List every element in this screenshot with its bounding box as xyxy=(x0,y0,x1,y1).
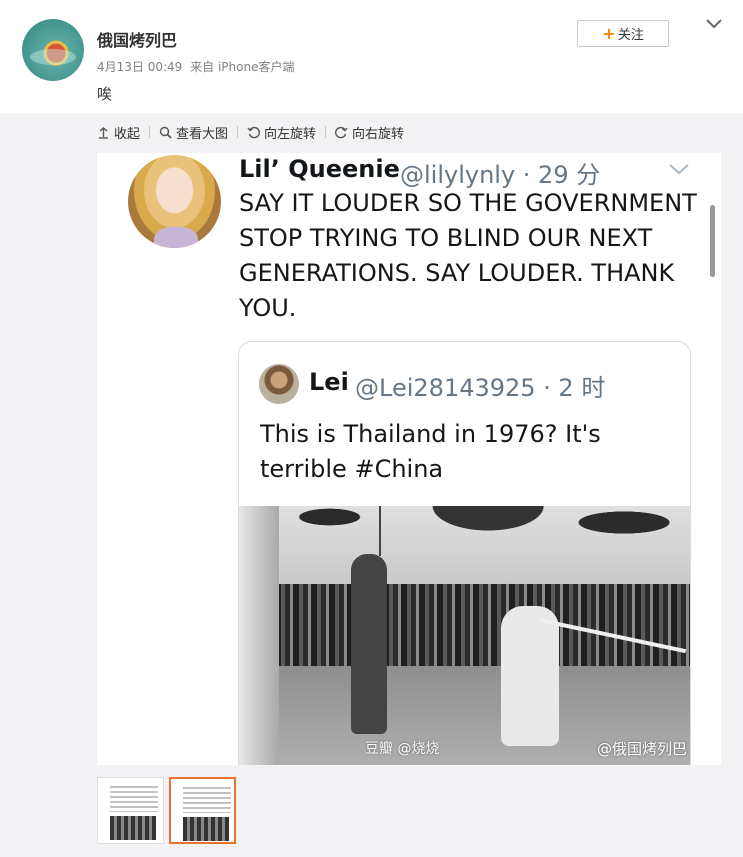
image-toolbar: 收起 查看大图 向左旋转 向右旋转 xyxy=(97,121,404,143)
thumbnail-photo xyxy=(183,817,229,841)
tweet-text: SAY IT LOUDER SO THE GOVERNMENT STOP TRY… xyxy=(239,189,697,322)
rotate-right-icon xyxy=(335,126,348,138)
tweet-handle: @lilylynly · 29 分 xyxy=(400,161,601,189)
photo-crowd xyxy=(239,584,690,669)
post-date[interactable]: 4月13日 00:49 xyxy=(97,60,182,74)
media-area: 收起 查看大图 向左旋转 向右旋转 Lil’ Queenie @lilylynl… xyxy=(0,113,743,857)
thumbnail-strip xyxy=(97,777,236,844)
tweet-avatar xyxy=(128,155,221,248)
post-header: 俄国烤列巴 4月13日 00:49 来自 iPhone客户端 唉 + 关注 xyxy=(0,0,743,113)
follow-button[interactable]: + 关注 xyxy=(577,20,669,47)
rotate-left-icon xyxy=(247,126,261,138)
photo-tree-trunk xyxy=(239,506,279,765)
thumbnail-text-lines xyxy=(183,787,231,813)
chevron-down-icon xyxy=(669,164,689,175)
collapse-icon xyxy=(99,126,108,139)
thumbnail-2[interactable] xyxy=(169,777,236,844)
photo-figure xyxy=(351,554,387,734)
weibo-watermark: @俄国烤列巴 xyxy=(597,740,688,758)
divider xyxy=(237,126,239,138)
quoted-photo xyxy=(239,506,690,765)
thumbnail-photo xyxy=(110,816,156,840)
quoted-text: This is Thailand in 1976? It's terrible … xyxy=(260,420,601,483)
view-large-label: 查看大图 xyxy=(176,126,229,142)
quoted-tweet: Lei @Lei28143925 · 2 时 This is Thailand … xyxy=(238,341,691,765)
photo-figure xyxy=(501,606,559,746)
thumbnail-text-lines xyxy=(110,786,158,812)
collapse-button[interactable]: 收起 xyxy=(97,123,140,142)
quoted-author-name: Lei xyxy=(309,368,349,396)
post-source: 来自 iPhone客户端 xyxy=(190,60,295,74)
view-large-button[interactable]: 查看大图 xyxy=(159,123,228,142)
quoted-avatar xyxy=(259,364,299,404)
chevron-down-icon[interactable] xyxy=(704,16,724,32)
post-text: 唉 xyxy=(97,85,113,103)
scrollbar xyxy=(710,205,715,277)
rotate-right-label: 向右旋转 xyxy=(352,126,405,142)
quoted-handle: @Lei28143925 · 2 时 xyxy=(355,374,606,402)
tweet-author-name: Lil’ Queenie xyxy=(239,155,400,183)
collapse-label: 收起 xyxy=(114,126,141,142)
rotate-left-button[interactable]: 向左旋转 xyxy=(247,123,316,142)
expanded-image[interactable]: Lil’ Queenie @lilylynly · 29 分 SAY IT LO… xyxy=(97,153,721,765)
follow-label: 关注 xyxy=(617,28,644,43)
douban-watermark: 豆瓣 @烧烧 xyxy=(365,741,440,757)
username[interactable]: 俄国烤列巴 xyxy=(97,27,177,51)
thumbnail-1[interactable] xyxy=(97,777,164,844)
post-meta: 4月13日 00:49 来自 iPhone客户端 xyxy=(97,58,298,75)
magnifier-icon xyxy=(159,126,172,139)
user-avatar[interactable] xyxy=(22,19,84,81)
plus-icon: + xyxy=(602,23,616,43)
rotate-right-button[interactable]: 向右旋转 xyxy=(335,123,404,142)
rotate-left-label: 向左旋转 xyxy=(264,126,317,142)
divider xyxy=(149,126,151,138)
divider xyxy=(325,126,327,138)
photo-rope xyxy=(379,506,381,556)
